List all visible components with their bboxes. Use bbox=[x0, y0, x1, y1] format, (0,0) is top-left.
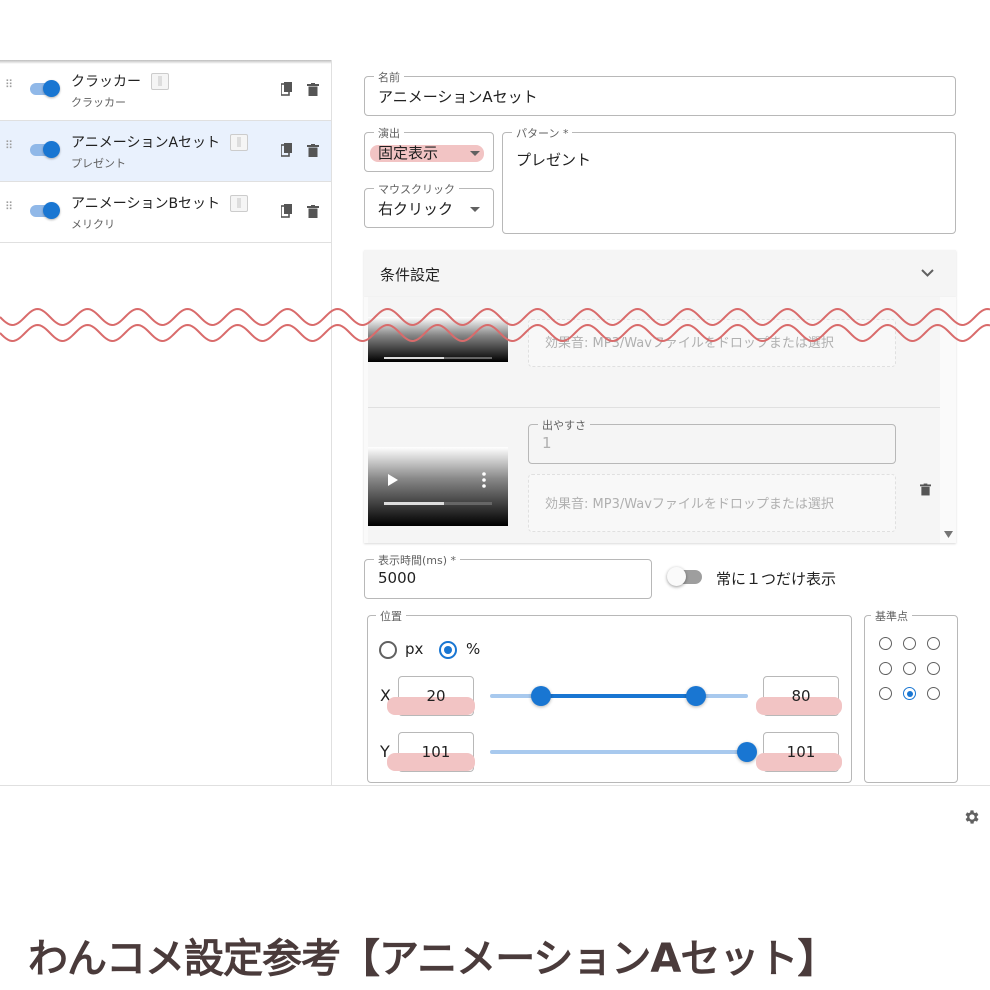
divider bbox=[0, 785, 990, 786]
y-max-value: 101 bbox=[786, 743, 816, 761]
anchor-bottom-center-radio[interactable] bbox=[903, 687, 916, 700]
drag-handle-icon[interactable]: ⠿ bbox=[5, 79, 13, 90]
drag-handle-icon[interactable]: ⠿ bbox=[5, 201, 13, 212]
preview-icon bbox=[230, 195, 248, 212]
display-time-value: 5000 bbox=[378, 569, 417, 587]
video-preview[interactable] bbox=[368, 447, 508, 526]
item-title: クラッカー bbox=[71, 74, 141, 90]
unit-px-radio[interactable] bbox=[379, 641, 397, 659]
scroll-down-icon[interactable] bbox=[944, 531, 953, 538]
ease-value: 1 bbox=[542, 434, 552, 452]
sound-placeholder: 効果音: MP3/Wavファイルをドロップまたは選択 bbox=[545, 497, 834, 512]
copy-icon[interactable] bbox=[281, 143, 293, 157]
ease-field[interactable]: 出やすさ 1 bbox=[528, 417, 896, 464]
list-top-shadow bbox=[0, 60, 331, 64]
x-min-value: 20 bbox=[426, 687, 446, 705]
position-label: 位置 bbox=[376, 608, 406, 624]
delete-icon[interactable] bbox=[307, 144, 319, 157]
y-range-slider[interactable] bbox=[490, 750, 748, 754]
drag-handle-icon[interactable]: ⠿ bbox=[5, 140, 13, 151]
unit-px-label: px bbox=[405, 640, 424, 658]
anchor-bottom-left-radio[interactable] bbox=[879, 687, 892, 700]
delete-icon[interactable] bbox=[920, 483, 931, 496]
anchor-middle-center-radio[interactable] bbox=[903, 662, 916, 675]
conditions-label: 条件設定 bbox=[380, 266, 441, 284]
enable-toggle[interactable] bbox=[30, 80, 60, 97]
list-item[interactable]: ⠿ アニメーションAセット プレゼント bbox=[0, 121, 331, 182]
y-max-thumb[interactable] bbox=[737, 742, 757, 762]
x-max-input[interactable]: 80 bbox=[756, 676, 842, 716]
set-list: ⠿ クラッカー クラッカー ⠿ アニメーションAセット プレゼント ⠿ アニメー… bbox=[0, 60, 332, 785]
copy-icon[interactable] bbox=[281, 204, 293, 218]
anchor-bottom-right-radio[interactable] bbox=[927, 687, 940, 700]
y-max-input[interactable]: 101 bbox=[756, 732, 842, 772]
anchor-top-left-radio[interactable] bbox=[879, 637, 892, 650]
anchor-top-right-radio[interactable] bbox=[927, 637, 940, 650]
copy-icon[interactable] bbox=[281, 82, 293, 96]
chevron-down-icon bbox=[470, 207, 480, 212]
chevron-down-icon bbox=[921, 269, 934, 277]
display-time-field[interactable]: 表示時間(ms) * 5000 bbox=[364, 552, 652, 599]
x-min-thumb[interactable] bbox=[531, 686, 551, 706]
item-title: アニメーションAセット bbox=[71, 135, 221, 151]
more-vert-icon[interactable] bbox=[482, 472, 486, 488]
name-value: アニメーションAセット bbox=[378, 88, 538, 106]
list-item[interactable]: ⠿ アニメーションBセット メリクリ bbox=[0, 182, 331, 243]
anchor-middle-left-radio[interactable] bbox=[879, 662, 892, 675]
preview-icon bbox=[151, 73, 169, 90]
caption-title: わんコメ設定参考【アニメーションAセット】 bbox=[28, 936, 837, 982]
effect-select[interactable]: 演出 固定表示 bbox=[364, 125, 494, 172]
mouse-click-value: 右クリック bbox=[378, 200, 454, 218]
item-subtitle: メリクリ bbox=[71, 218, 115, 231]
anchor-group: 基準点 bbox=[864, 608, 958, 783]
item-subtitle: プレゼント bbox=[71, 157, 126, 170]
unit-percent-label: % bbox=[466, 640, 481, 658]
name-field[interactable]: 名前 アニメーションAセット bbox=[364, 69, 956, 116]
position-group: 位置 px % X 20 80 Y 101 101 bbox=[367, 608, 852, 783]
name-label: 名前 bbox=[374, 69, 404, 85]
conditions-accordion[interactable]: 条件設定 bbox=[364, 250, 956, 297]
sound-drop-zone[interactable]: 効果音: MP3/Wavファイルをドロップまたは選択 bbox=[528, 474, 896, 532]
x-max-thumb[interactable] bbox=[686, 686, 706, 706]
break-wave bbox=[0, 308, 990, 342]
pattern-label: パターン * bbox=[512, 125, 573, 141]
x-min-input[interactable]: 20 bbox=[387, 676, 475, 716]
mouse-click-label: マウスクリック bbox=[374, 181, 459, 197]
pattern-field[interactable]: パターン * プレゼント bbox=[502, 125, 956, 234]
enable-toggle[interactable] bbox=[30, 141, 60, 158]
enable-toggle[interactable] bbox=[30, 202, 60, 219]
item-title: アニメーションBセット bbox=[71, 196, 221, 212]
list-item[interactable]: ⠿ クラッカー クラッカー bbox=[0, 60, 331, 121]
chevron-down-icon bbox=[470, 151, 480, 156]
preview-icon bbox=[230, 134, 248, 151]
effect-value: 固定表示 bbox=[378, 144, 439, 162]
anchor-label: 基準点 bbox=[871, 608, 912, 624]
display-time-label: 表示時間(ms) * bbox=[374, 552, 461, 568]
x-max-value: 80 bbox=[791, 687, 811, 705]
unit-percent-radio[interactable] bbox=[439, 641, 457, 659]
x-range-track bbox=[541, 694, 696, 698]
ease-label: 出やすさ bbox=[538, 417, 590, 433]
y-min-value: 101 bbox=[421, 743, 451, 761]
effect-label: 演出 bbox=[374, 125, 404, 141]
only-one-label: 常に１つだけ表示 bbox=[716, 570, 837, 588]
mouse-click-select[interactable]: マウスクリック 右クリック bbox=[364, 181, 494, 228]
y-min-input[interactable]: 101 bbox=[387, 732, 475, 772]
anchor-middle-right-radio[interactable] bbox=[927, 662, 940, 675]
play-icon[interactable] bbox=[388, 474, 398, 486]
anchor-top-center-radio[interactable] bbox=[903, 637, 916, 650]
delete-icon[interactable] bbox=[307, 83, 319, 96]
pattern-value: プレゼント bbox=[516, 151, 592, 169]
only-one-toggle[interactable] bbox=[667, 567, 702, 586]
item-subtitle: クラッカー bbox=[71, 96, 126, 109]
gear-icon[interactable] bbox=[963, 808, 981, 826]
delete-icon[interactable] bbox=[307, 205, 319, 218]
